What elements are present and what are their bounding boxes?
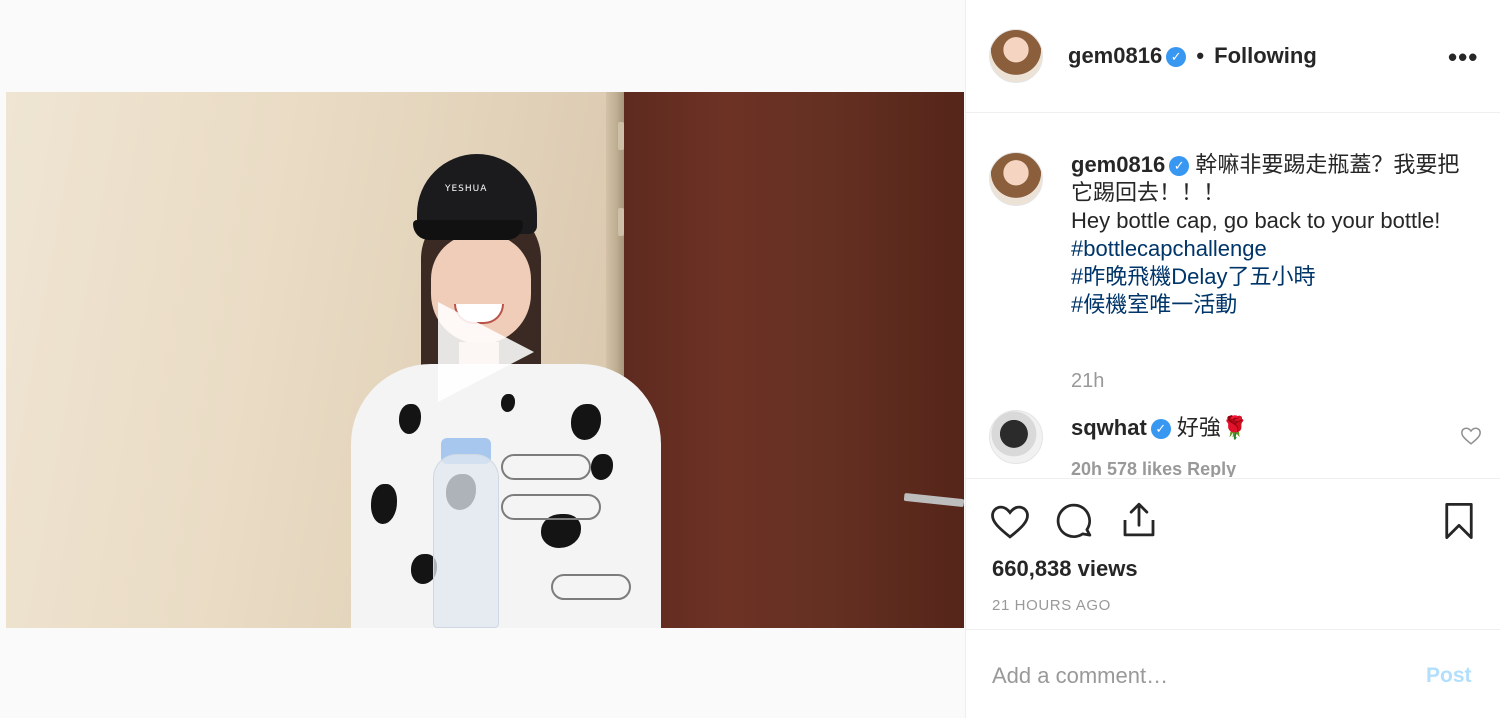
post-timestamp[interactable]: 21 HOURS AGO [992,597,1111,614]
hashtag-link[interactable]: #bottlecapchallenge [1071,235,1471,263]
video-frame-door [624,92,964,628]
view-count[interactable]: 660,838 views [992,556,1138,582]
cap-print: YESHUA [445,184,488,194]
header-user-line: gem0816 ✓ • Following [1068,43,1317,69]
person-cap-brim [413,220,523,240]
post-button[interactable]: Post [1426,664,1472,688]
like-heart-icon[interactable] [989,501,1031,543]
verified-badge-icon: ✓ [1166,47,1187,67]
username-link[interactable]: gem0816 [1068,43,1162,68]
comment-like-heart-icon[interactable] [1460,425,1482,447]
caption-text-en: Hey bottle cap, go back to your bottle! [1071,208,1441,233]
person-shirt [351,364,661,628]
comment: sqwhat ✓ 好強🌹 [1071,410,1248,442]
avatar[interactable] [989,29,1043,83]
following-button[interactable]: Following [1214,43,1317,68]
caption-username[interactable]: gem0816 [1071,152,1165,177]
comment-meta: 20h 578 likes Reply [1071,459,1237,477]
comment-text: 好強 [1176,415,1221,440]
caption-avatar[interactable] [989,152,1043,206]
comment-avatar[interactable] [989,410,1043,464]
caption: gem0816 ✓ 幹嘛非要踢走瓶蓋？我要把它踢回去！！！ Hey bottle … [1071,151,1471,319]
hashtag-link[interactable]: #昨晚飛機Delay了五小時 [1071,263,1471,291]
verified-badge-icon: ✓ [1150,419,1171,439]
comment-bubble-icon[interactable] [1054,501,1096,543]
comments-section[interactable]: gem0816 ✓ 幹嘛非要踢走瓶蓋？我要把它踢回去！！！ Hey bottle … [966,113,1500,477]
share-icon[interactable] [1118,499,1160,541]
play-icon[interactable] [438,302,534,402]
post-actions: 660,838 views 21 HOURS AGO [966,478,1500,630]
add-comment-bar: Post [966,631,1500,718]
save-bookmark-icon[interactable] [1438,500,1480,542]
post-panel: gem0816 ✓ • Following ••• gem0816 ✓ 幹嘛非要踢走… [965,0,1500,718]
verified-badge-icon: ✓ [1169,156,1190,176]
hashtag-link[interactable]: #候機室唯一活動 [1071,291,1471,319]
bottle [433,454,499,628]
comment-input[interactable] [992,661,1402,691]
more-options-icon[interactable]: ••• [1448,42,1478,73]
media-area: YESHUA [0,0,965,718]
caption-age[interactable]: 21h [1071,370,1104,393]
separator-dot: • [1196,43,1205,68]
post-header: gem0816 ✓ • Following ••• [966,0,1500,113]
comment-username[interactable]: sqwhat [1071,415,1147,440]
rose-emoji: 🌹 [1220,415,1249,440]
